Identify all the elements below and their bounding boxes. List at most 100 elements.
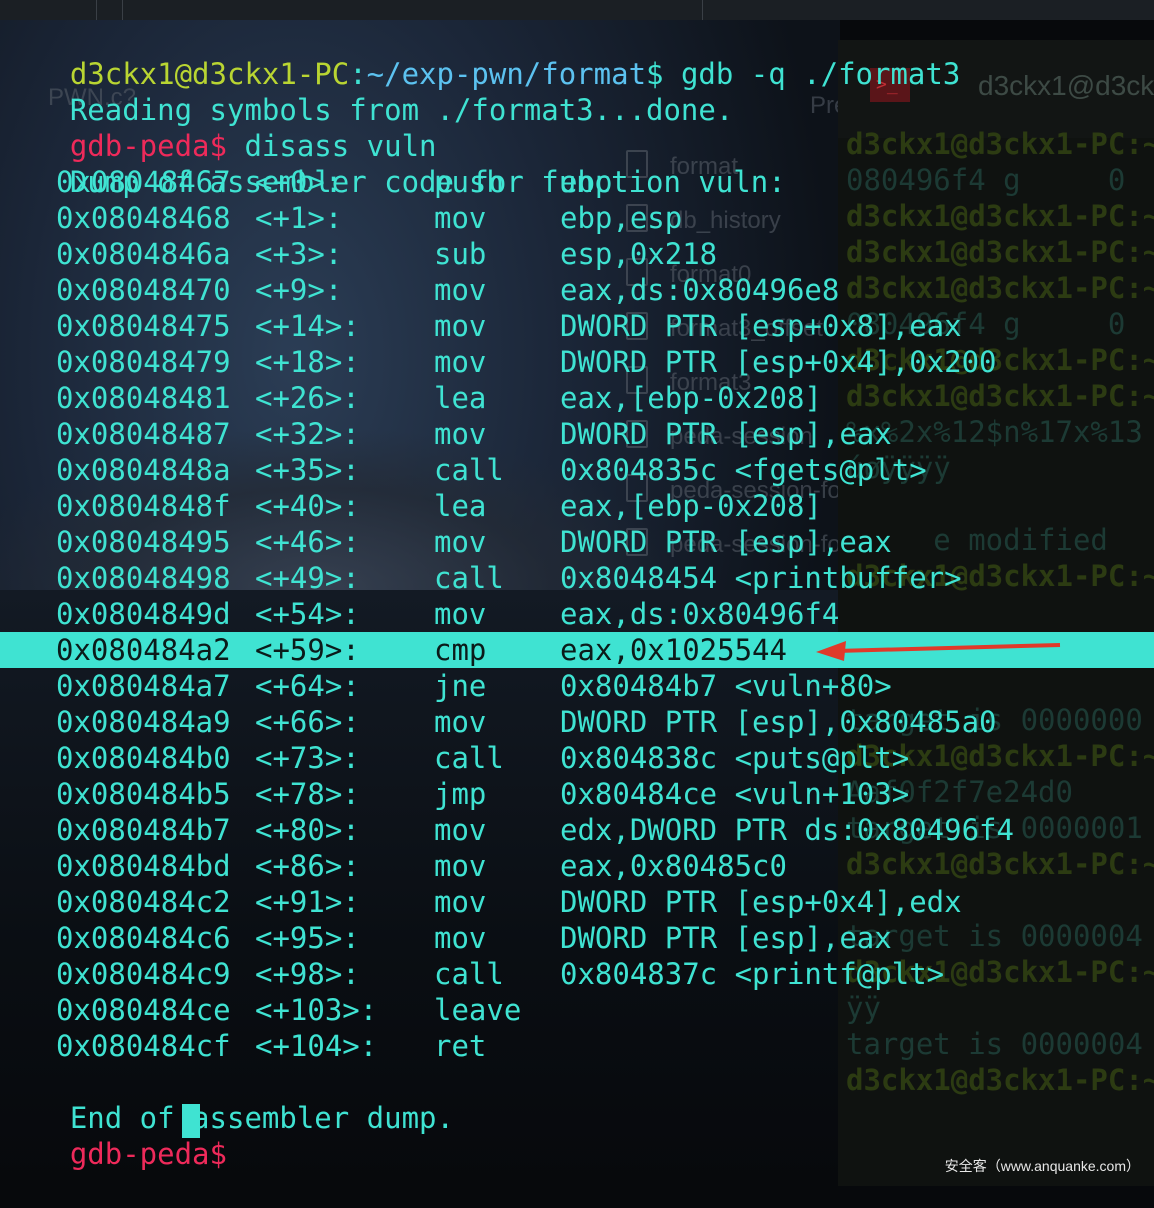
instruction-operands: eax,[ebp-0x208] <box>560 381 822 415</box>
instruction-operands: DWORD PTR [esp],eax <box>560 921 892 955</box>
instruction-address: 0x0804849d <box>56 597 231 631</box>
instruction-row: 0x080484a7 <+64>: jne 0x80484b7 <vuln+80> <box>0 668 1154 704</box>
instruction-offset: <+32>: <box>255 417 360 451</box>
instruction-offset: <+3>: <box>255 237 343 271</box>
instruction-address: 0x080484cf <box>56 1029 231 1063</box>
instruction-operands: 0x804837c <printf@plt> <box>560 957 945 991</box>
instruction-address: 0x08048481 <box>56 381 231 415</box>
instruction-address: 0x080484b7 <box>56 813 231 847</box>
instruction-mnemonic: mov <box>434 597 487 631</box>
instruction-row: 0x080484c2 <+91>: mov DWORD PTR [esp+0x4],e… <box>0 884 1154 920</box>
instruction-offset: <+40>: <box>255 489 360 523</box>
instruction-operands: eax,[ebp-0x208] <box>560 489 822 523</box>
instruction-address: 0x08048495 <box>56 525 231 559</box>
instruction-operands: eax,ds:0x80496e8 <box>560 273 840 307</box>
gdb-command-line: gdb-peda$ disass vuln <box>0 92 1154 163</box>
instruction-mnemonic: sub <box>434 237 487 271</box>
instruction-address: 0x080484b5 <box>56 777 231 811</box>
instruction-address: 0x080484b0 <box>56 741 231 775</box>
instruction-address: 0x080484a7 <box>56 669 231 703</box>
instruction-mnemonic: mov <box>434 705 487 739</box>
instruction-address: 0x0804848a <box>56 453 231 487</box>
instruction-address: 0x08048487 <box>56 417 231 451</box>
instruction-offset: <+54>: <box>255 597 360 631</box>
instruction-operands: eax,0x80485c0 <box>560 849 787 883</box>
instruction-row: 0x08048498 <+49>: call 0x8048454 <printbuff… <box>0 560 1154 596</box>
instruction-mnemonic: jne <box>434 669 487 703</box>
instruction-mnemonic: leave <box>434 993 522 1027</box>
instruction-address: 0x08048498 <box>56 561 231 595</box>
instruction-offset: <+73>: <box>255 741 360 775</box>
instruction-mnemonic: mov <box>434 273 487 307</box>
instruction-operands: edx,DWORD PTR ds:0x80496f4 <box>560 813 1014 847</box>
reading-symbols-line: Reading symbols from ./format3...done. <box>0 56 1154 127</box>
instruction-mnemonic: mov <box>434 813 487 847</box>
instruction-operands: eax,ds:0x80496f4 <box>560 597 840 631</box>
instruction-row: 0x080484c6 <+95>: mov DWORD PTR [esp],eax <box>0 920 1154 956</box>
instruction-operands: 0x8048454 <printbuffer> <box>560 561 962 595</box>
instruction-mnemonic: call <box>434 561 504 595</box>
instruction-address: 0x08048468 <box>56 201 231 235</box>
dump-footer-line: End of assembler dump. <box>0 1064 1154 1135</box>
instruction-operands: 0x80484b7 <vuln+80> <box>560 669 892 703</box>
instruction-operands: ebp <box>560 165 613 199</box>
instruction-address: 0x080484a2 <box>56 633 231 667</box>
instruction-row: 0x080484a9 <+66>: mov DWORD PTR [esp],0x804… <box>0 704 1154 740</box>
top-bar-segment <box>122 0 703 20</box>
instruction-row: 0x0804846a <+3>: sub esp,0x218 <box>0 236 1154 272</box>
instruction-mnemonic: mov <box>434 525 487 559</box>
instruction-row: 0x080484b7 <+80>: mov edx,DWORD PTR ds:0x80… <box>0 812 1154 848</box>
instruction-offset: <+0>: <box>255 165 343 199</box>
instruction-operands: esp,0x218 <box>560 237 718 271</box>
instruction-row: 0x080484ce <+103>: leave <box>0 992 1154 1028</box>
instruction-operands: ebp,esp <box>560 201 683 235</box>
arrow-shaft <box>835 643 1061 653</box>
instruction-address: 0x080484ce <box>56 993 231 1027</box>
instruction-mnemonic: cmp <box>434 633 487 667</box>
instruction-offset: <+9>: <box>255 273 343 307</box>
instruction-operands: DWORD PTR [esp],0x80485a0 <box>560 705 997 739</box>
instruction-offset: <+98>: <box>255 957 360 991</box>
instruction-offset: <+35>: <box>255 453 360 487</box>
instruction-mnemonic: mov <box>434 201 487 235</box>
watermark: 安全客（www.anquanke.com） <box>944 1158 1140 1174</box>
instruction-address: 0x0804846a <box>56 237 231 271</box>
instruction-address: 0x080484c6 <box>56 921 231 955</box>
instruction-operands: 0x804835c <fgets@plt> <box>560 453 927 487</box>
instruction-offset: <+14>: <box>255 309 360 343</box>
instruction-row: 0x0804849d <+54>: mov eax,ds:0x80496f4 <box>0 596 1154 632</box>
instruction-row: 0x08048475 <+14>: mov DWORD PTR [esp+0x8],e… <box>0 308 1154 344</box>
instruction-row: 0x0804848a <+35>: call 0x804835c <fgets@plt… <box>0 452 1154 488</box>
instruction-mnemonic: mov <box>434 885 487 919</box>
gdb-prompt-final: gdb-peda$ <box>69 1137 227 1171</box>
instruction-operands: DWORD PTR [esp+0x4],edx <box>560 885 962 919</box>
instruction-offset: <+95>: <box>255 921 360 955</box>
instruction-address: 0x08048479 <box>56 345 231 379</box>
instruction-offset: <+86>: <box>255 849 360 883</box>
instruction-offset: <+66>: <box>255 705 360 739</box>
top-bar-segment <box>96 0 123 20</box>
window-top-bar <box>0 0 1154 20</box>
instruction-offset: <+59>: <box>255 633 360 667</box>
shell-command-line: d3ckx1@d3ckx1-PC:~/exp-pwn/format$ gdb -… <box>0 20 1154 91</box>
instruction-address: 0x0804848f <box>56 489 231 523</box>
instruction-offset: <+104>: <box>255 1029 378 1063</box>
instruction-row: 0x08048479 <+18>: mov DWORD PTR [esp+0x4],0… <box>0 344 1154 380</box>
instruction-offset: <+1>: <box>255 201 343 235</box>
instruction-row: 0x080484cf <+104>: ret <box>0 1028 1154 1064</box>
instruction-mnemonic: call <box>434 741 504 775</box>
instruction-operands: eax,0x1025544 <box>560 633 787 667</box>
instruction-row: 0x08048481 <+26>: lea eax,[ebp-0x208] <box>0 380 1154 416</box>
instruction-address: 0x08048470 <box>56 273 231 307</box>
instruction-mnemonic: ret <box>434 1029 487 1063</box>
annotation-arrow <box>816 641 1061 661</box>
top-bar-segment <box>0 0 97 20</box>
instruction-mnemonic: call <box>434 957 504 991</box>
instruction-mnemonic: jmp <box>434 777 487 811</box>
instruction-operands: DWORD PTR [esp+0x4],0x200 <box>560 345 997 379</box>
gdb-prompt-line[interactable]: gdb-peda$ <box>0 1100 1154 1171</box>
instruction-row: 0x0804848f <+40>: lea eax,[ebp-0x208] <box>0 488 1154 524</box>
instruction-offset: <+91>: <box>255 885 360 919</box>
instruction-offset: <+49>: <box>255 561 360 595</box>
instruction-row: 0x080484bd <+86>: mov eax,0x80485c0 <box>0 848 1154 884</box>
